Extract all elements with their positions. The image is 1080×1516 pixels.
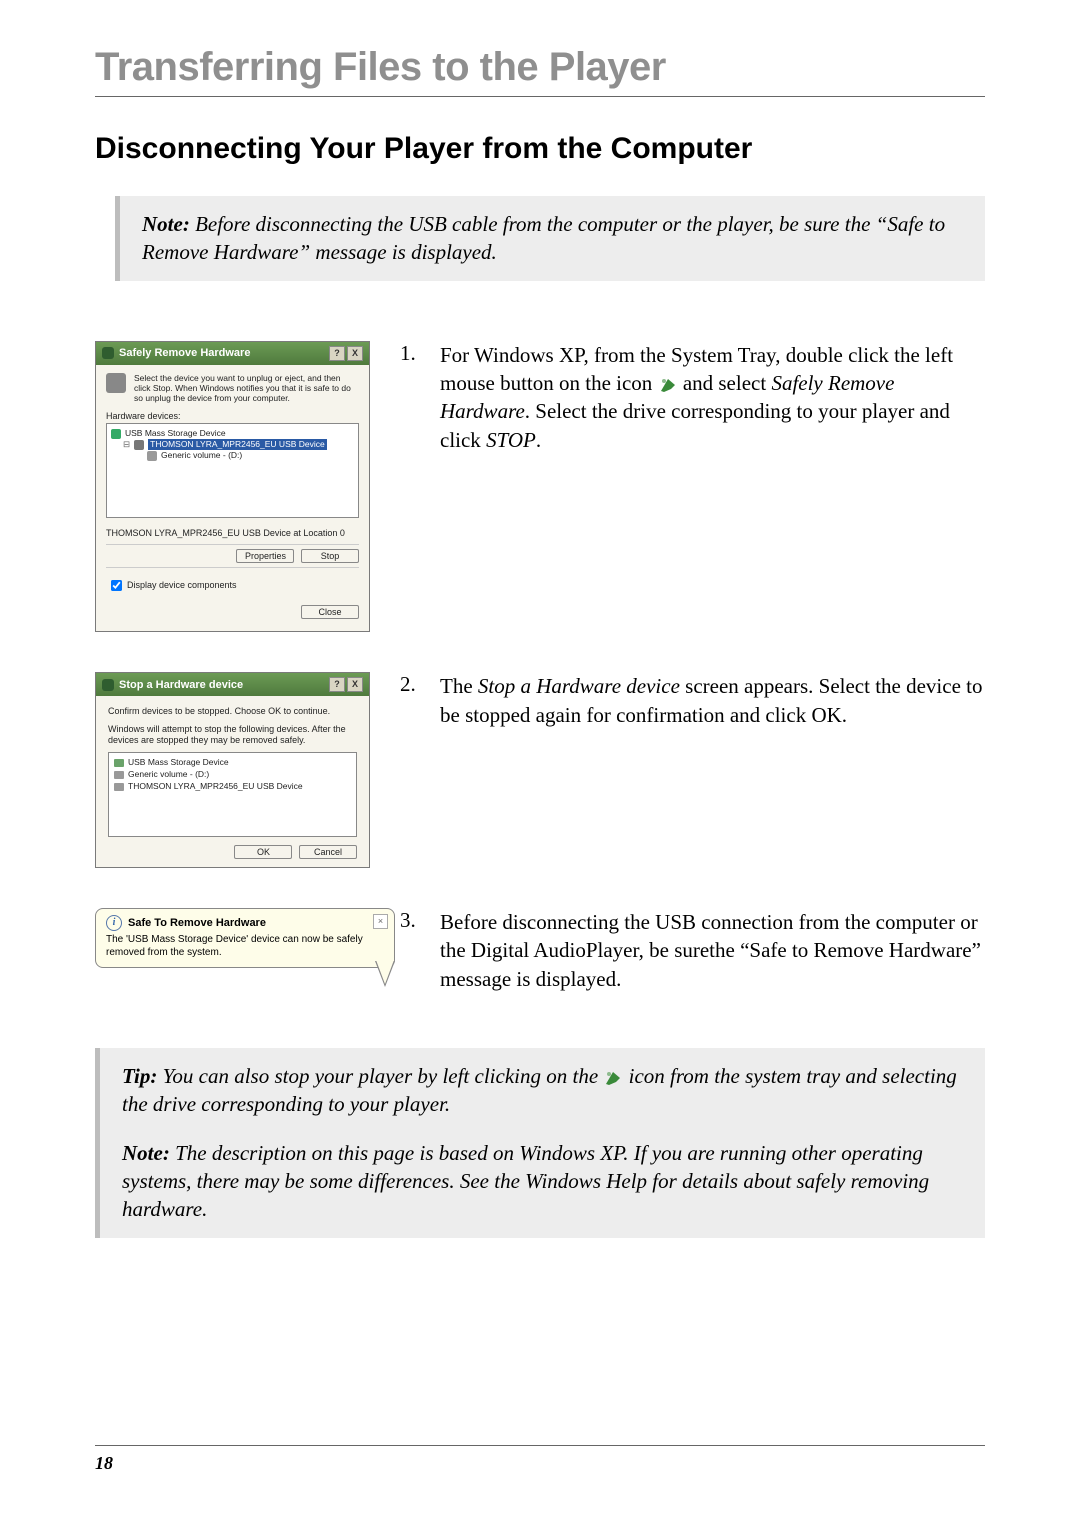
drive-icon [134, 440, 144, 450]
stop-hardware-device-dialog: Stop a Hardware device ? X Confirm devic… [95, 672, 370, 868]
note-box-top: Note: Before disconnecting the USB cable… [115, 196, 985, 281]
hardware-devices-label: Hardware devices: [106, 411, 359, 421]
balloon-close-button[interactable]: × [373, 914, 388, 929]
usb-eject-icon [102, 347, 114, 359]
info-icon: i [106, 915, 122, 931]
hardware-devices-list[interactable]: USB Mass Storage Device ⊟THOMSON LYRA_MP… [106, 423, 359, 518]
step-number-2: 2. [400, 672, 418, 729]
step-1-text: For Windows XP, from the System Tray, do… [440, 341, 985, 454]
note2-label: Note: [122, 1141, 170, 1165]
dialog2-line1: Confirm devices to be stopped. Choose OK… [108, 706, 357, 717]
device-icon [106, 373, 126, 393]
device-child: Generic volume - (D:) [161, 450, 242, 461]
tip-text-a: You can also stop your player by left cl… [157, 1064, 603, 1088]
dialog2-title: Stop a Hardware device [119, 679, 243, 691]
balloon-body: The 'USB Mass Storage Device' device can… [106, 931, 384, 959]
balloon-title: Safe To Remove Hardware [128, 917, 266, 929]
safely-remove-hardware-dialog: Safely Remove Hardware ? X Select the de… [95, 341, 370, 633]
title-rule [95, 96, 985, 97]
drive-icon [114, 783, 124, 791]
stop-item-a: USB Mass Storage Device [128, 757, 229, 769]
stop-item-c: THOMSON LYRA_MPR2456_EU USB Device [128, 781, 303, 793]
volume-icon [114, 771, 124, 779]
dialog1-title: Safely Remove Hardware [119, 347, 250, 359]
note-label: Note: [142, 212, 190, 236]
usb-device-icon [114, 759, 124, 767]
volume-icon [147, 451, 157, 461]
systray-eject-icon [603, 1068, 623, 1086]
usb-eject-icon [102, 679, 114, 691]
step-2: Stop a Hardware device ? X Confirm devic… [95, 672, 985, 868]
tip-label: Tip: [122, 1064, 157, 1088]
page-number: 18 [95, 1453, 113, 1474]
systray-eject-icon [658, 375, 678, 393]
close-dialog-button[interactable]: Close [301, 605, 359, 619]
footer-rule [95, 1445, 985, 1446]
safe-to-remove-balloon: × i Safe To Remove Hardware The 'USB Mas… [95, 908, 395, 968]
step-number-3: 3. [400, 908, 418, 993]
close-button[interactable]: X [347, 346, 363, 361]
note2-text: The description on this page is based on… [122, 1141, 929, 1222]
device-root: USB Mass Storage Device [125, 428, 226, 439]
step-3-text: Before disconnecting the USB connection … [440, 908, 985, 993]
stop-item-b: Generic volume - (D:) [128, 769, 209, 781]
device-selected[interactable]: THOMSON LYRA_MPR2456_EU USB Device [148, 439, 327, 450]
close-button[interactable]: X [347, 677, 363, 692]
help-button[interactable]: ? [329, 346, 345, 361]
note-text: Before disconnecting the USB cable from … [142, 212, 945, 264]
section-heading: Disconnecting Your Player from the Compu… [95, 132, 985, 166]
properties-button[interactable]: Properties [236, 549, 294, 563]
help-button[interactable]: ? [329, 677, 345, 692]
device-status: THOMSON LYRA_MPR2456_EU USB Device at Lo… [106, 528, 359, 542]
cancel-button[interactable]: Cancel [299, 845, 357, 859]
step-1: Safely Remove Hardware ? X Select the de… [95, 341, 985, 633]
step-number-1: 1. [400, 341, 418, 454]
step-3: × i Safe To Remove Hardware The 'USB Mas… [95, 908, 985, 998]
dialog2-line2: Windows will attempt to stop the followi… [108, 724, 357, 747]
page-title: Transferring Files to the Player [95, 45, 985, 90]
stop-button[interactable]: Stop [301, 549, 359, 563]
stop-devices-list[interactable]: USB Mass Storage Device Generic volume -… [108, 752, 357, 837]
dialog1-instruction: Select the device you want to unplug or … [134, 373, 359, 404]
display-components-checkbox[interactable]: Display device components [106, 580, 237, 590]
note-box-bottom: Tip: You can also stop your player by le… [95, 1048, 985, 1238]
step-2-text: The Stop a Hardware device screen appear… [440, 672, 985, 729]
usb-device-icon [111, 429, 121, 439]
ok-button[interactable]: OK [234, 845, 292, 859]
